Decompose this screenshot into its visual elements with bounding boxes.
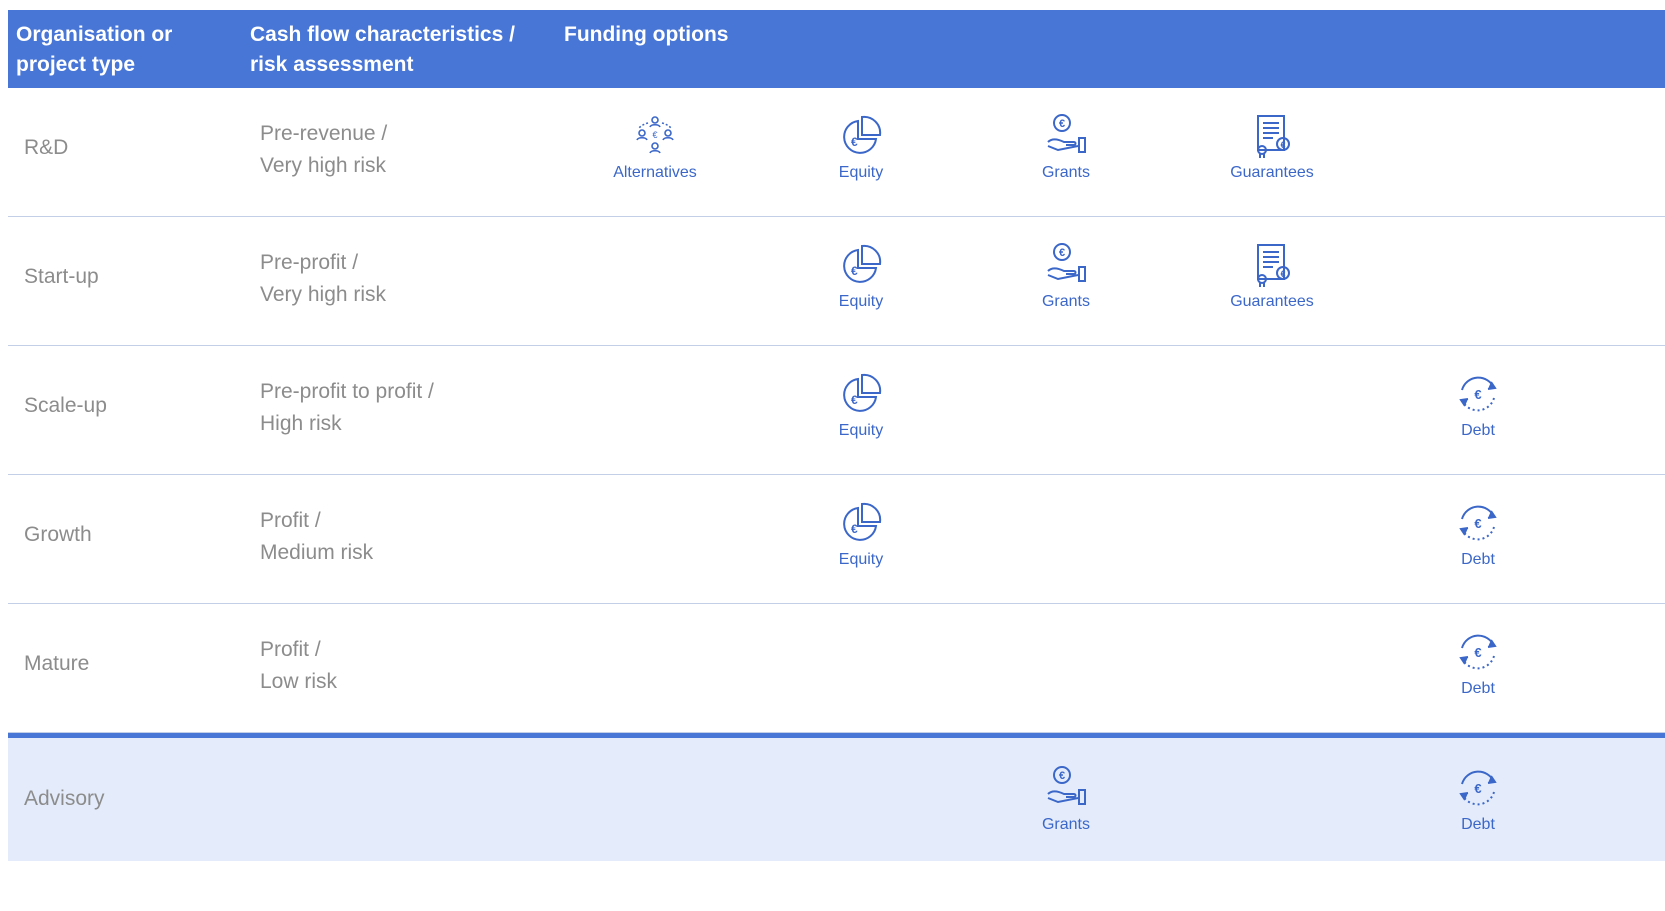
svg-text:€: € <box>1474 387 1481 402</box>
funding-option-label: Guarantees <box>1230 293 1314 310</box>
certificate-document-icon: € <box>1202 112 1342 160</box>
risk-assessment-cell: Pre-revenue / Very high risk <box>260 118 387 182</box>
organisation-type-cell: Growth <box>24 523 92 546</box>
funding-option-grants: € Grants <box>996 112 1136 182</box>
funding-option-equity: € Equity <box>791 370 931 440</box>
svg-text:€: € <box>851 522 858 536</box>
table-row: Advisory € Grants € Debt <box>8 733 1665 861</box>
funding-option-debt: € Debt <box>1408 628 1548 698</box>
funding-option-label: Equity <box>838 422 884 439</box>
organisation-type-cell: Advisory <box>24 787 105 810</box>
cash-flow-text: Pre-profit / <box>260 251 359 274</box>
table-body: R&D Pre-revenue / Very high risk € Alternati… <box>8 88 1665 861</box>
svg-text:€: € <box>851 393 858 407</box>
svg-text:€: € <box>1280 140 1285 150</box>
funding-option-label: Equity <box>838 293 884 310</box>
funding-option-debt: € Debt <box>1408 370 1548 440</box>
risk-level-text: Low risk <box>260 670 338 693</box>
euro-hand-icon: € <box>996 241 1136 289</box>
svg-text:€: € <box>1059 118 1065 130</box>
svg-text:€: € <box>1474 781 1481 796</box>
funding-option-grants: € Grants <box>996 764 1136 834</box>
svg-text:€: € <box>1280 269 1285 279</box>
euro-cycle-icon: € <box>1408 628 1548 676</box>
funding-option-label: Debt <box>1461 422 1495 439</box>
table-row: R&D Pre-revenue / Very high risk € Alternati… <box>8 88 1665 217</box>
funding-option-guarantees: € Guarantees <box>1202 241 1342 311</box>
svg-text:€: € <box>1059 247 1065 259</box>
header-organisation-type: Organisation or project type <box>16 23 173 76</box>
funding-option-label: Guarantees <box>1230 164 1314 181</box>
svg-text:€: € <box>1059 770 1065 782</box>
funding-options-table: Organisation or project type Cash flow c… <box>8 10 1665 861</box>
risk-assessment-cell: Profit / Medium risk <box>260 505 373 569</box>
cash-flow-text: Pre-profit to profit / <box>260 380 434 403</box>
svg-text:€: € <box>652 130 657 140</box>
risk-level-text: Medium risk <box>260 541 374 564</box>
table-row: Mature Profit / Low risk € Debt <box>8 604 1665 733</box>
risk-assessment-cell: Profit / Low risk <box>260 634 337 698</box>
cash-flow-text: Profit / <box>260 638 321 661</box>
table-header: Organisation or project type Cash flow c… <box>8 10 1665 88</box>
funding-option-grants: € Grants <box>996 241 1136 311</box>
funding-option-guarantees: € Guarantees <box>1202 112 1342 182</box>
euro-cycle-icon: € <box>1408 764 1548 812</box>
euro-pie-chart-icon: € <box>791 112 931 160</box>
funding-option-label: Grants <box>1041 164 1090 181</box>
svg-text:€: € <box>851 135 858 149</box>
funding-option-label: Debt <box>1461 816 1495 833</box>
euro-pie-chart-icon: € <box>791 499 931 547</box>
header-funding-options: Funding options <box>564 23 729 46</box>
risk-assessment-cell: Pre-profit / Very high risk <box>260 247 386 311</box>
funding-option-label: Debt <box>1461 551 1495 568</box>
euro-cycle-icon: € <box>1408 370 1548 418</box>
funding-option-equity: € Equity <box>791 499 931 569</box>
organisation-type-cell: Mature <box>24 652 90 675</box>
cash-flow-text: Pre-revenue / <box>260 122 388 145</box>
table-row: Growth Profit / Medium risk € Equity € Debt <box>8 475 1665 604</box>
header-cash-flow-risk: Cash flow characteristics / risk assessm… <box>250 23 515 76</box>
funding-option-debt: € Debt <box>1408 499 1548 569</box>
certificate-document-icon: € <box>1202 241 1342 289</box>
organisation-type-cell: Scale-up <box>24 394 107 417</box>
funding-option-debt: € Debt <box>1408 764 1548 834</box>
funding-option-label: Debt <box>1461 680 1495 697</box>
table-row: Scale-up Pre-profit to profit / High risk €… <box>8 346 1665 475</box>
euro-pie-chart-icon: € <box>791 241 931 289</box>
risk-level-text: Very high risk <box>260 154 387 177</box>
risk-level-text: Very high risk <box>260 283 387 306</box>
euro-cycle-icon: € <box>1408 499 1548 547</box>
funding-option-label: Grants <box>1041 816 1090 833</box>
euro-hand-icon: € <box>996 112 1136 160</box>
funding-option-label: Equity <box>838 551 884 568</box>
funding-option-label: Grants <box>1041 293 1090 310</box>
funding-option-equity: € Equity <box>791 241 931 311</box>
table-row: Start-up Pre-profit / Very high risk € Equit… <box>8 217 1665 346</box>
organisation-type-cell: R&D <box>24 136 69 159</box>
risk-assessment-cell: Pre-profit to profit / High risk <box>260 376 434 440</box>
funding-option-alternatives: € Alternatives <box>585 112 725 182</box>
funding-option-label: Equity <box>838 164 884 181</box>
euro-pie-chart-icon: € <box>791 370 931 418</box>
people-network-icon: € <box>585 112 725 160</box>
euro-hand-icon: € <box>996 764 1136 812</box>
funding-option-label: Alternatives <box>613 164 697 181</box>
funding-option-equity: € Equity <box>791 112 931 182</box>
svg-text:€: € <box>1474 516 1481 531</box>
svg-text:€: € <box>851 264 858 278</box>
cash-flow-text: Profit / <box>260 509 321 532</box>
organisation-type-cell: Start-up <box>24 265 99 288</box>
risk-level-text: High risk <box>260 412 342 435</box>
svg-text:€: € <box>1474 645 1481 660</box>
